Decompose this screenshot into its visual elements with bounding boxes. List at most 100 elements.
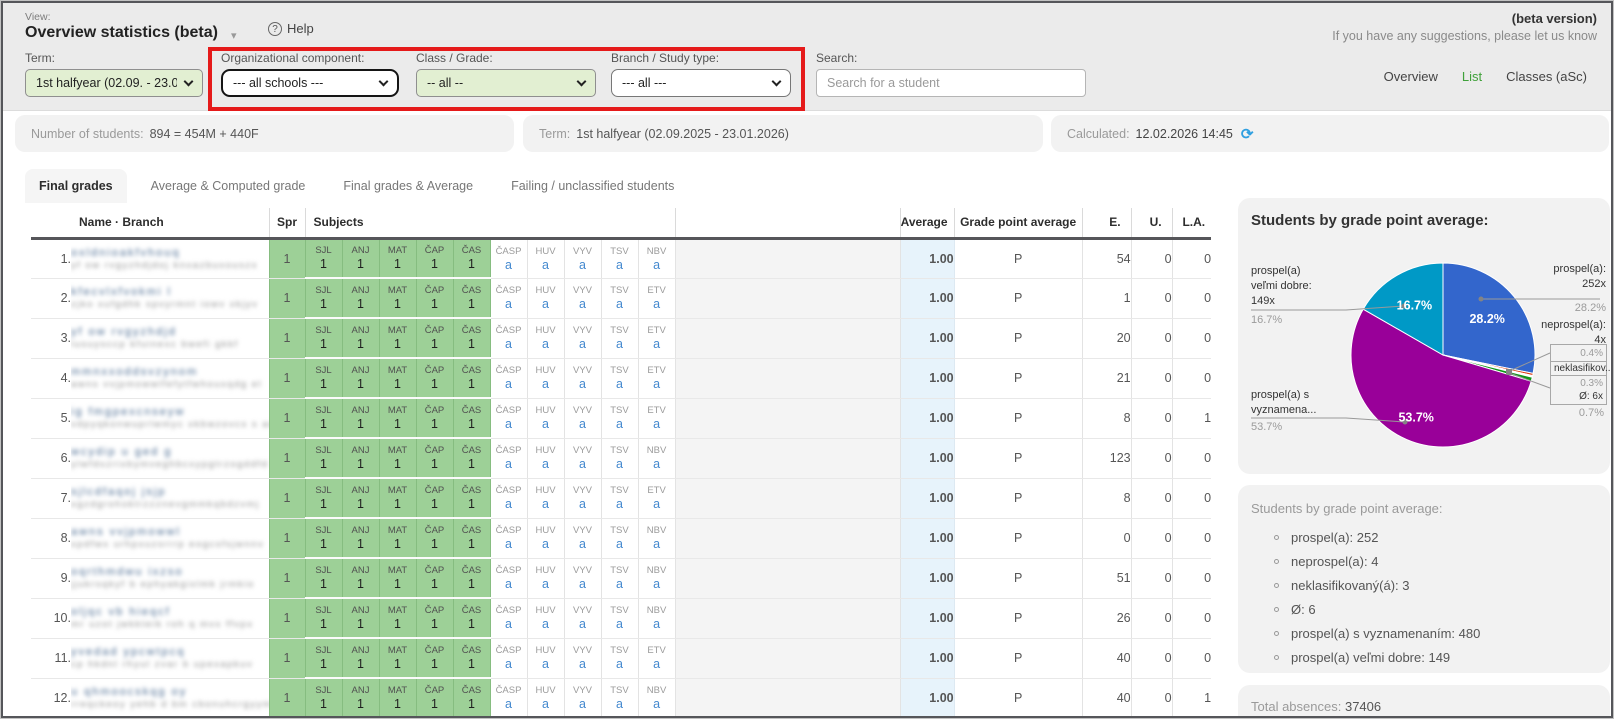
subject-grade-cell: ČASPa	[490, 398, 527, 438]
callout-avg-group: 0.3% Ø: 6x	[1551, 376, 1606, 404]
filler-cell	[675, 478, 900, 518]
refresh-icon[interactable]: ⟳	[1241, 125, 1254, 143]
subject-grade: a	[602, 577, 638, 591]
subject-grade: a	[639, 497, 675, 511]
student-name-redacted: ig fmgpexcnseyw	[71, 406, 269, 419]
nav-overview[interactable]: Overview	[1384, 69, 1438, 84]
subject-abbr: VYV	[565, 246, 601, 258]
student-row[interactable]: 1.oxldnioakfvhouqyf ow rvgyzhdjdoj knxaz…	[31, 238, 1211, 278]
subject-grade: 1	[417, 417, 453, 431]
subject-grade-cell: VYVa	[564, 398, 601, 438]
subject-abbr: ČAS	[454, 525, 490, 537]
subject-grade-cell: ČASPa	[490, 518, 527, 558]
subject-grade: 1	[306, 497, 342, 511]
subject-abbr: ETV	[639, 485, 675, 497]
legend-item-text: prospel(a): 252	[1291, 530, 1378, 545]
subject-abbr: HUV	[528, 445, 564, 457]
class-grade-select[interactable]: -- all --	[416, 69, 596, 97]
subject-grade: a	[565, 297, 601, 311]
subject-grade: 1	[380, 697, 416, 711]
subject-grade: a	[491, 457, 527, 471]
subject-grade: a	[602, 337, 638, 351]
subject-abbr: ČASP	[491, 485, 527, 497]
subject-grade: 1	[454, 297, 490, 311]
student-branch-redacted: rreqckeoy yehb d bm cbonuhcrgyym	[71, 699, 269, 710]
subject-grade: 1	[306, 457, 342, 471]
search-input[interactable]	[816, 69, 1086, 97]
subject-grade: a	[565, 457, 601, 471]
subject-grade: a	[639, 377, 675, 391]
excused-cell: 8	[1082, 398, 1131, 438]
subject-grade: a	[602, 417, 638, 431]
subject-grade: a	[528, 537, 564, 551]
row-number: 1.	[31, 238, 71, 278]
subject-grade-cell: ČAP1	[416, 678, 453, 718]
subject-abbr: ANJ	[343, 445, 379, 457]
filler-cell	[675, 358, 900, 398]
student-row[interactable]: 8. awns vvjpmowwlxpdfwx urhpxuzsrrrp eog…	[31, 518, 1211, 558]
subject-grade: a	[565, 577, 601, 591]
student-row[interactable]: 6.wcydip u ged gylwfdxzrixbymveghbcxypgt…	[31, 438, 1211, 478]
callout-pct: 28.2%	[1476, 302, 1606, 314]
tab-final-grades-average[interactable]: Final grades & Average	[329, 169, 487, 203]
term-select[interactable]: 1st halfyear (02.09. - 23.0	[25, 69, 203, 97]
subject-grade: 1	[454, 697, 490, 711]
subject-grade-cell: MAT1	[379, 358, 416, 398]
nav-classes-asc[interactable]: Classes (aSc)	[1506, 69, 1587, 84]
subject-abbr: ČAP	[417, 525, 453, 537]
excused-cell: 123	[1082, 438, 1131, 478]
student-row[interactable]: 12.u qhmoocskqg oyrreqckeoy yehb d bm cb…	[31, 678, 1211, 718]
student-row[interactable]: 10.oljqc vb hieqcfmr uzot jwkkteik roh q…	[31, 598, 1211, 638]
tab-failing-unclassified[interactable]: Failing / unclassified students	[497, 169, 688, 203]
branch-study-type-select[interactable]: --- all ---	[611, 69, 791, 97]
subject-abbr: ČASP	[491, 685, 527, 697]
student-row[interactable]: 9.oqrthmdwu ixzsojjukrsqkyf b ephyakgixl…	[31, 558, 1211, 598]
subject-grade: a	[528, 617, 564, 631]
students-count-card: Number of students: 894 = 454M + 440F	[15, 115, 514, 152]
tab-average-computed-grade[interactable]: Average & Computed grade	[137, 169, 320, 203]
subject-grade-cell: ČAS1	[453, 238, 490, 278]
subject-abbr: TSV	[602, 365, 638, 377]
subject-grade: a	[528, 417, 564, 431]
student-row[interactable]: 3.yf ow rvgyzhdjdlusuysccp kfuinexc bwef…	[31, 318, 1211, 358]
subject-grade: a	[565, 417, 601, 431]
subject-abbr: ČAP	[417, 445, 453, 457]
subject-abbr: TSV	[602, 645, 638, 657]
subject-grade: 1	[343, 337, 379, 351]
subject-grade: 1	[306, 417, 342, 431]
title-dropdown-caret-icon[interactable]: ▾	[231, 29, 237, 42]
subject-abbr: MAT	[380, 285, 416, 297]
la-cell: 0	[1172, 518, 1211, 558]
subject-grade-cell: ČAS1	[453, 478, 490, 518]
subject-grade: 1	[380, 497, 416, 511]
tab-final-grades[interactable]: Final grades	[25, 169, 127, 203]
filler-cell	[675, 398, 900, 438]
legend-title: Students by grade point average:	[1251, 501, 1443, 516]
student-name-cell: oxldnioakfvhouqyf ow rvgyzhdjdoj knxazbu…	[71, 238, 269, 278]
subject-grade: 1	[454, 657, 490, 671]
subject-abbr: ANJ	[343, 645, 379, 657]
nav-list[interactable]: List	[1462, 69, 1482, 84]
subject-grade: 1	[380, 337, 416, 351]
subject-abbr: MAT	[380, 245, 416, 257]
subject-abbr: ETV	[639, 285, 675, 297]
subject-grade-cell: NBVa	[638, 558, 675, 598]
subject-abbr: ČAS	[454, 245, 490, 257]
term-label: Term:	[25, 51, 55, 65]
subject-grade-cell: ČAS1	[453, 518, 490, 558]
student-row[interactable]: 7.sjlcdfaqoj jsjp xgzdgrohsktrzzznevgmmk…	[31, 478, 1211, 518]
org-component-select[interactable]: --- all schools ---	[221, 69, 399, 97]
legend-item-text: prospel(a) veľmi dobre: 149	[1291, 650, 1450, 665]
help-link[interactable]: ? Help	[268, 21, 314, 36]
pie-chart-card: Students by grade point average: 28.2%53…	[1238, 198, 1610, 474]
student-row[interactable]: 5.ig fmgpexcnseywvdpyqkonwuprlwmyc xkbwz…	[31, 398, 1211, 438]
page-title[interactable]: Overview statistics (beta)	[25, 24, 218, 42]
grades-table-body: 1.oxldnioakfvhouqyf ow rvgyzhdjdoj knxaz…	[31, 238, 1211, 718]
student-row[interactable]: 11.yvedad ypcwtpcqcp hkdnl rhyul zvar b …	[31, 638, 1211, 678]
bullet-icon	[1274, 535, 1279, 540]
spr-cell: 1	[269, 438, 305, 478]
subject-grade: a	[602, 537, 638, 551]
student-row[interactable]: 4.mmnxxoddsvzynom awns vvjpmowwlfefytfwh…	[31, 358, 1211, 398]
subject-abbr: ANJ	[343, 565, 379, 577]
student-row[interactable]: 2.kfecvlxfvokmi lzjko xufgdhk spvyrmnt i…	[31, 278, 1211, 318]
